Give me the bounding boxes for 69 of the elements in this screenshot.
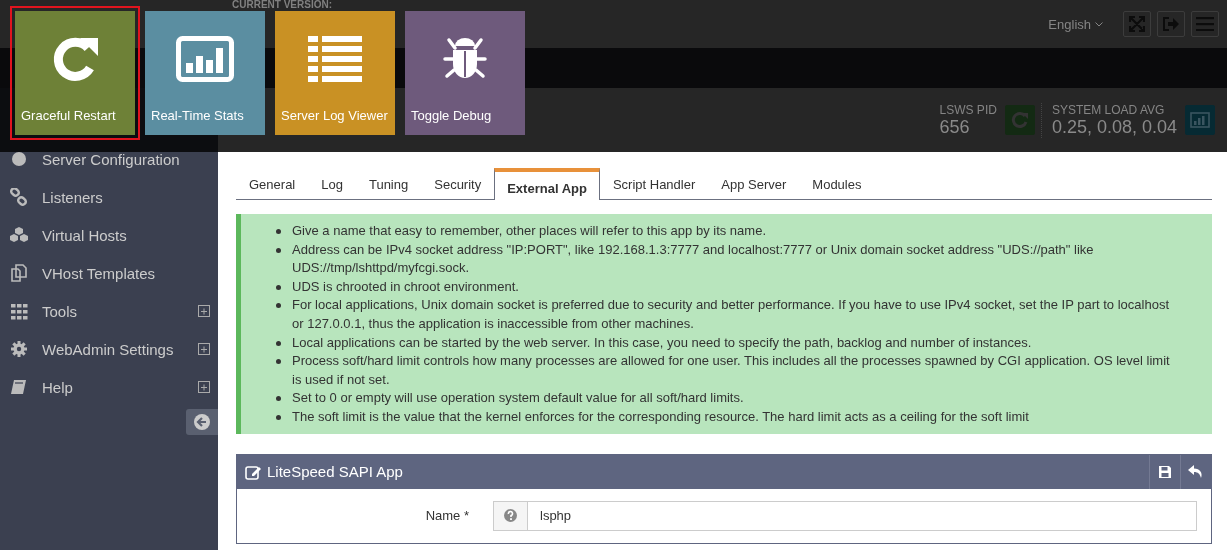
note-text: Give a name that easy to remember, other places will refer to this app by its name.	[292, 222, 766, 240]
language-dropdown[interactable]: English	[1048, 16, 1091, 32]
logout-icon	[1162, 16, 1180, 32]
sidebar-item[interactable]: Help	[0, 368, 218, 406]
tab[interactable]: App Server	[708, 168, 800, 199]
stat-label: SYSTEM LOAD AVG	[1051, 102, 1166, 117]
list-icon	[308, 36, 362, 82]
note-text: Address can be IPv4 socket address "IP:PORT", like 192.168.1.3:7777 and localhost:7777 or Unix domain socket address "UDS://path" like UDS://tmp/lshttpd/myfcgi.sock.	[292, 240, 1095, 278]
collapse-sidebar-button[interactable]	[186, 409, 218, 435]
edit-icon	[245, 463, 261, 480]
sidebar-item[interactable]: Tools	[0, 292, 218, 330]
tab[interactable]: Script Handler	[599, 168, 709, 199]
name-input-field[interactable]: lsphp	[527, 500, 1197, 531]
expand-icon[interactable]	[198, 381, 210, 393]
stat-label: LSWS PID	[939, 102, 997, 117]
bullet-icon	[276, 247, 281, 253]
tab[interactable]: Log	[308, 168, 356, 199]
sidebar-item[interactable]: VHost Templates	[0, 254, 218, 292]
save-icon	[1158, 464, 1172, 479]
tab[interactable]: Security	[421, 168, 495, 199]
sidebar-item-icon	[10, 340, 28, 358]
note-text: Process soft/hard limit controls how many processes are allowed for one user. This includes all the processes spawned by CGI application. OS level limit is used if not set.	[292, 352, 1171, 389]
bar-chart-icon	[1190, 112, 1210, 128]
expand-icon	[1129, 16, 1145, 32]
stat-value: 0.25, 0.08, 0.04	[1051, 116, 1177, 138]
bullet-icon	[276, 303, 281, 309]
action-tile[interactable]: Toggle Debug	[405, 11, 525, 135]
panel-title: LiteSpeed SAPI App	[267, 463, 404, 481]
sidebar-item-icon	[10, 264, 28, 282]
tab[interactable]: Modules	[799, 168, 875, 199]
note-text: Local applications can be started by the web server. In this case, you need to specify the path, backlog and number of instances.	[292, 333, 1032, 352]
tab[interactable]: General	[236, 168, 309, 199]
version-label: CURRENT VERSION:	[232, 0, 332, 10]
bullet-icon	[276, 229, 281, 234]
expand-icon[interactable]	[198, 343, 210, 355]
help-button[interactable]	[493, 500, 527, 531]
help-icon	[504, 509, 517, 523]
sidebar-item[interactable]: Listeners	[0, 178, 218, 216]
stat-value: 656	[939, 116, 971, 138]
tab[interactable]: External App	[494, 168, 600, 200]
field-label: Name *	[424, 508, 470, 524]
chevron-down-icon	[1095, 21, 1103, 27]
sidebar-item-icon	[10, 378, 28, 396]
bullet-icon	[276, 396, 281, 402]
tab[interactable]: Tuning	[355, 168, 422, 199]
note-text: The soft limit is the value that the kernel enforces for the corresponding resource. The hard limit acts as a ceiling for the soft limit	[292, 407, 1029, 426]
bullet-icon	[276, 359, 281, 365]
back-arrow-icon	[193, 413, 211, 431]
action-tile[interactable]: Real-Time Stats	[145, 11, 265, 135]
bullet-icon	[276, 414, 281, 420]
refresh-icon	[1010, 111, 1029, 129]
restart-button[interactable]	[1004, 105, 1035, 135]
sidebar-item[interactable]: Virtual Hosts	[0, 216, 218, 254]
bar-chart-icon	[176, 36, 234, 82]
sidebar-item-icon	[10, 188, 28, 206]
note-text: Set to 0 or empty will use operation system default value for all soft/hard limits.	[292, 389, 744, 408]
bullet-icon	[276, 340, 281, 346]
expand-icon[interactable]	[198, 305, 210, 317]
sidebar-item[interactable]: WebAdmin Settings	[0, 330, 218, 368]
menu-icon	[1196, 17, 1214, 31]
note-text: For local applications, Unix domain socket is preferred due to security and better performance. If you have to use IPv4 socket, set the IP part to localhost or 127.0.0.1, thus the application is inaccessible from other machines.	[292, 296, 1170, 333]
note-text: UDS is chrooted in chroot environment.	[292, 277, 519, 296]
sidebar-item-icon	[10, 150, 28, 168]
bullet-icon	[276, 284, 281, 290]
action-tile[interactable]: Graceful Restart	[15, 11, 135, 135]
undo-icon	[1188, 464, 1204, 479]
sidebar-item[interactable]: Server Configuration	[0, 140, 218, 178]
sidebar-item-icon	[10, 302, 28, 320]
sidebar-item-icon	[10, 226, 28, 244]
